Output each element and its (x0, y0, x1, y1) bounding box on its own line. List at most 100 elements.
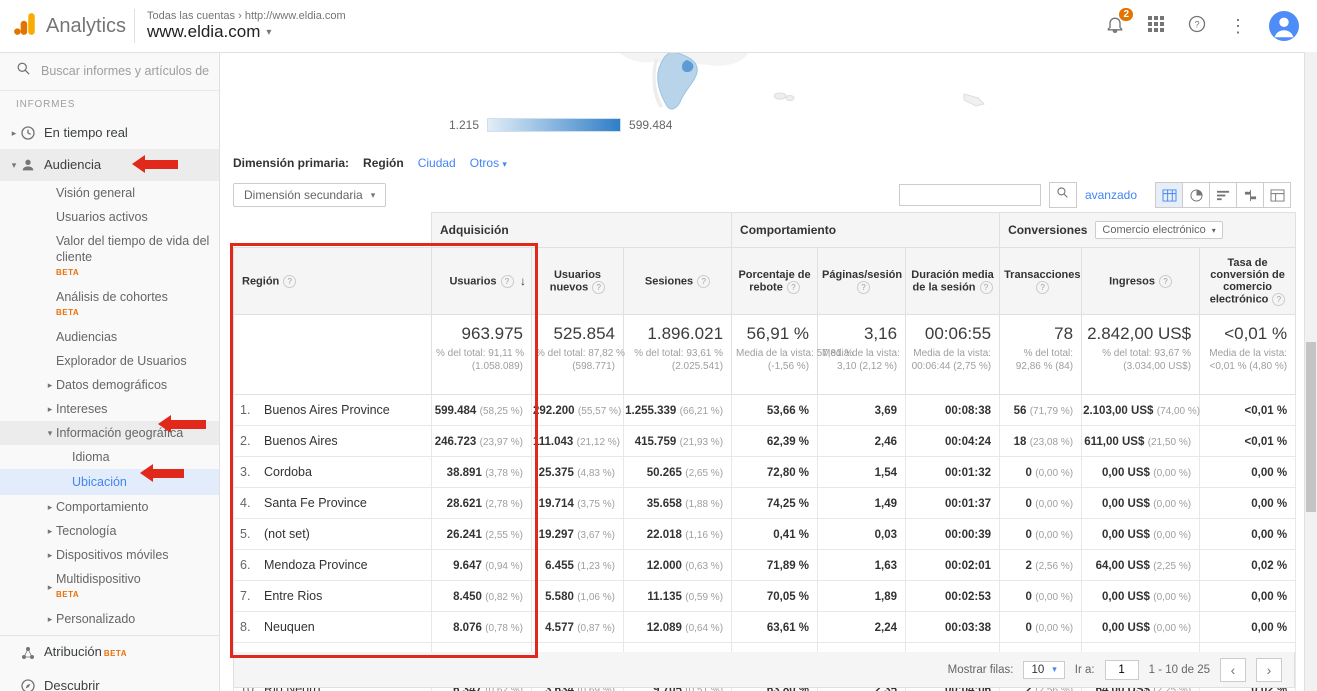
region-name[interactable]: (not set) (264, 527, 310, 541)
sidebar-item-multidispositivo[interactable]: ▸MultidispositivoBETA (0, 567, 219, 607)
vertical-scrollbar[interactable] (1304, 52, 1317, 691)
metric-cell: 72,80 % (732, 457, 818, 488)
table-row[interactable]: 2.Buenos Aires246.723 (23,97 %)111.043 (… (234, 426, 1296, 457)
help-icon[interactable]: ? (1272, 293, 1285, 306)
help-icon[interactable]: ? (857, 281, 870, 294)
geo-map[interactable] (559, 52, 999, 114)
column-header-usuarios[interactable]: Usuarios?↓ (432, 248, 532, 315)
sidebar-item-usuarios-activos[interactable]: Usuarios activos (0, 205, 219, 229)
sidebar-item-valor-del-tiempo-de-vida-del-cliente[interactable]: Valor del tiempo de vida del clienteBETA (0, 229, 219, 285)
help-icon[interactable]: ? (283, 275, 296, 288)
sidebar-item-dispositivos-m-viles[interactable]: ▸Dispositivos móviles (0, 543, 219, 567)
metric-cell: 1.255.339 (66,21 %) (624, 395, 732, 426)
table-view-button[interactable] (1155, 182, 1183, 208)
sidebar-item-atribuci-n[interactable]: AtribuciónBETA (0, 635, 219, 670)
column-header-transacciones[interactable]: Transacciones? (1000, 248, 1082, 315)
table-row[interactable]: 4.Santa Fe Province28.621 (2,78 %)19.714… (234, 488, 1296, 519)
column-header-tasa-conversion[interactable]: Tasa de conversión de comercio electróni… (1200, 248, 1296, 315)
table-row[interactable]: 6.Mendoza Province9.647 (0,94 %)6.455 (1… (234, 550, 1296, 581)
more-options-button[interactable]: ⋮ (1229, 16, 1247, 37)
sidebar-item-tecnolog-a[interactable]: ▸Tecnología (0, 519, 219, 543)
table-row[interactable]: 3.Cordoba38.891 (3,78 %)25.375 (4,83 %)5… (234, 457, 1296, 488)
table-search-input[interactable] (899, 184, 1041, 206)
dimension-otros-tab[interactable]: Otros ▾ (470, 156, 507, 170)
region-name[interactable]: Buenos Aires Province (264, 403, 390, 417)
sidebar-item-informaci-n-geogr-fica[interactable]: ▾Información geográfica (0, 421, 219, 445)
sidebar-item-audiencia[interactable]: ▾Audiencia (0, 149, 219, 181)
comparison-view-button[interactable] (1237, 182, 1264, 208)
column-header-sesiones[interactable]: Sesiones? (624, 248, 732, 315)
pagination-range: 1 - 10 de 25 (1149, 664, 1210, 676)
region-name[interactable]: Santa Fe Province (264, 496, 367, 510)
secondary-dimension-button[interactable]: Dimensión secundaria ▾ (233, 183, 386, 207)
performance-view-button[interactable] (1210, 182, 1237, 208)
region-cell[interactable]: 5.(not set) (234, 519, 432, 550)
next-page-button[interactable]: › (1256, 658, 1282, 682)
percentage-view-button[interactable] (1183, 182, 1210, 208)
dimension-ciudad-tab[interactable]: Ciudad (418, 156, 456, 170)
metric-cell: 0,00 US$ (0,00 %) (1082, 581, 1200, 612)
sidebar-item-datos-demogr-ficos[interactable]: ▸Datos demográficos (0, 373, 219, 397)
ecommerce-selector[interactable]: Comercio electrónico ▾ (1095, 221, 1222, 239)
pivot-view-button[interactable] (1264, 182, 1291, 208)
table-row[interactable]: 5.(not set)26.241 (2,55 %)19.297 (3,67 %… (234, 519, 1296, 550)
sidebar-item-comportamiento[interactable]: ▸Comportamiento (0, 495, 219, 519)
sidebar-item-audiencias[interactable]: Audiencias (0, 325, 219, 349)
sidebar-item-en-tiempo-real[interactable]: ▸En tiempo real (0, 117, 219, 149)
sidebar-search-input[interactable] (39, 63, 213, 79)
sidebar-item-personalizado[interactable]: ▸Personalizado (0, 607, 219, 631)
help-icon[interactable]: ? (697, 275, 710, 288)
column-header-usuarios-nuevos[interactable]: Usuarios nuevos? (532, 248, 624, 315)
region-name[interactable]: Buenos Aires (264, 434, 338, 448)
table-row[interactable]: 8.Neuquen8.076 (0,78 %)4.577 (0,87 %)12.… (234, 612, 1296, 643)
region-name[interactable]: Entre Rios (264, 589, 322, 603)
prev-page-button[interactable]: ‹ (1220, 658, 1246, 682)
scrollbar-thumb[interactable] (1306, 342, 1316, 512)
region-cell[interactable]: 2.Buenos Aires (234, 426, 432, 457)
region-name[interactable]: Mendoza Province (264, 558, 368, 572)
rows-per-page-select[interactable]: 10 ▾ (1023, 661, 1064, 679)
column-header-region[interactable]: Región? (234, 248, 432, 315)
region-cell[interactable]: 7.Entre Rios (234, 581, 432, 612)
help-icon[interactable]: ? (1036, 281, 1049, 294)
table-row[interactable]: 1.Buenos Aires Province599.484 (58,25 %)… (234, 395, 1296, 426)
help-icon[interactable]: ? (592, 281, 605, 294)
region-cell[interactable]: 6.Mendoza Province (234, 550, 432, 581)
sidebar-item-ubicaci-n[interactable]: Ubicación (0, 469, 219, 495)
column-header-rebote[interactable]: Porcentaje de rebote? (732, 248, 818, 315)
notifications-button[interactable]: 2 (1105, 14, 1125, 39)
region-cell[interactable]: 1.Buenos Aires Province (234, 395, 432, 426)
column-header-ingresos[interactable]: Ingresos? (1082, 248, 1200, 315)
sidebar-item-explorador-de-usuarios[interactable]: Explorador de Usuarios (0, 349, 219, 373)
help-icon[interactable]: ? (1159, 275, 1172, 288)
table-row[interactable]: 7.Entre Rios8.450 (0,82 %)5.580 (1,06 %)… (234, 581, 1296, 612)
dimension-region-tab[interactable]: Región (363, 156, 404, 170)
region-name[interactable]: Cordoba (264, 465, 312, 479)
sidebar-item-visi-n-general[interactable]: Visión general (0, 181, 219, 205)
sidebar-item-idioma[interactable]: Idioma (0, 445, 219, 469)
help-icon[interactable]: ? (980, 281, 993, 294)
region-name[interactable]: Neuquen (264, 620, 315, 634)
goto-page-input[interactable] (1105, 660, 1139, 680)
analytics-logo[interactable]: Analytics (0, 11, 130, 42)
sidebar-item-an-lisis-de-cohortes[interactable]: Análisis de cohortesBETA (0, 285, 219, 325)
help-icon[interactable]: ? (787, 281, 800, 294)
sidebar-item-intereses[interactable]: ▸Intereses (0, 397, 219, 421)
region-cell[interactable]: 3.Cordoba (234, 457, 432, 488)
advanced-filter-link[interactable]: avanzado (1085, 188, 1137, 202)
column-header-duracion[interactable]: Duración media de la sesión? (906, 248, 1000, 315)
breadcrumb[interactable]: Todas las cuentas › http://www.eldia.com (147, 10, 346, 22)
column-header-paginas-sesion[interactable]: Páginas/sesión? (818, 248, 906, 315)
region-cell[interactable]: 8.Neuquen (234, 612, 432, 643)
table-search-button[interactable] (1049, 182, 1077, 208)
sidebar-item-descubrir[interactable]: Descubrir (0, 670, 219, 691)
metric-percentage: (0,00 %) (1153, 623, 1191, 634)
region-cell[interactable]: 4.Santa Fe Province (234, 488, 432, 519)
sidebar-search[interactable] (0, 52, 219, 91)
help-button[interactable]: ? (1187, 14, 1207, 39)
metric-percentage: (0,00 %) (1153, 468, 1191, 479)
help-icon[interactable]: ? (501, 275, 514, 288)
apps-grid-button[interactable] (1147, 15, 1165, 38)
user-avatar[interactable] (1269, 11, 1299, 41)
account-selector[interactable]: www.eldia.com ▾ (147, 22, 346, 42)
